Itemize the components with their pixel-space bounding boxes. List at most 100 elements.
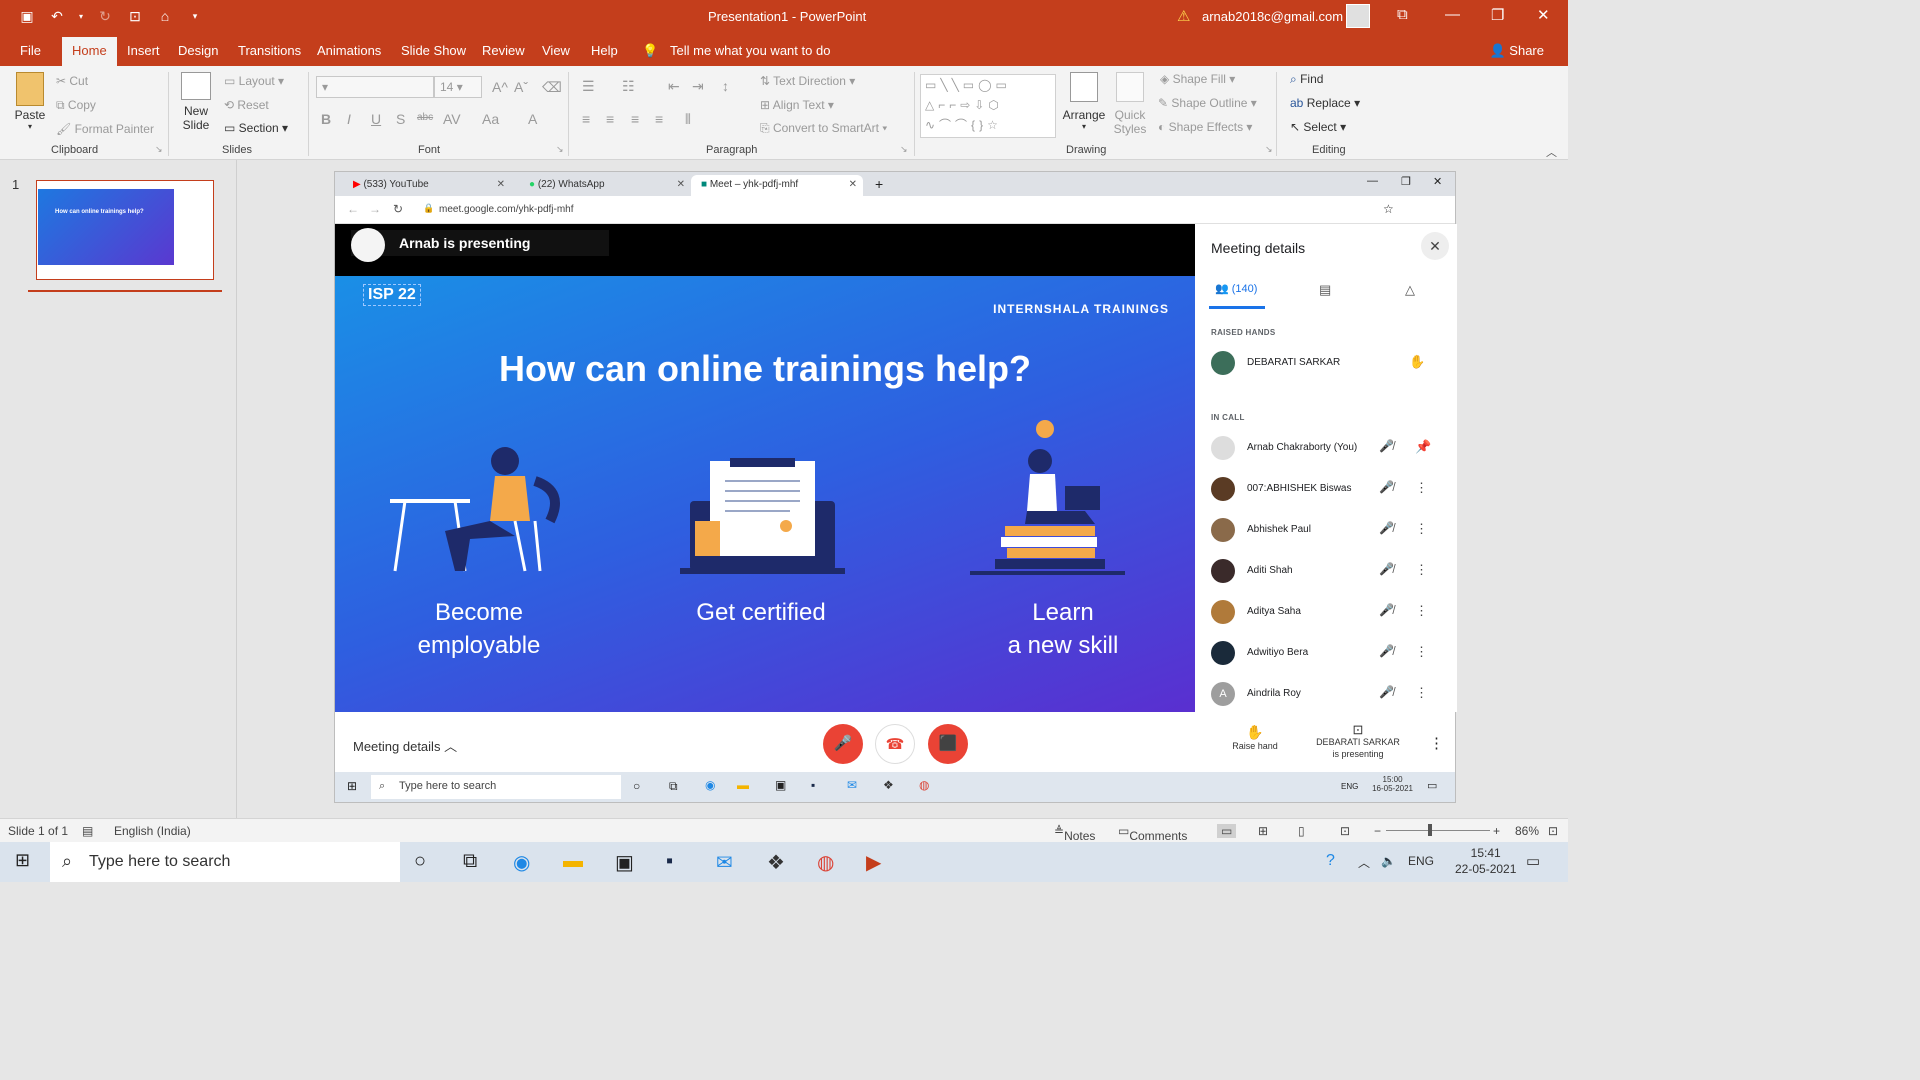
- mail-icon[interactable]: ✉: [847, 778, 857, 792]
- participant-row[interactable]: Aditya Saha 🎤̸ ⋮: [1211, 600, 1441, 624]
- justify-icon[interactable]: ≡: [655, 111, 663, 127]
- increase-indent-icon[interactable]: ⇥: [692, 78, 704, 95]
- tab-slide-show[interactable]: Slide Show: [401, 43, 466, 58]
- share-button[interactable]: 👤 Share: [1489, 43, 1544, 59]
- copy-button[interactable]: ⧉ Copy: [56, 98, 96, 113]
- italic-icon[interactable]: I: [347, 111, 351, 127]
- browser-tab-meet[interactable]: ■ Meet – yhk-pdfj-mhf ✕: [691, 175, 863, 196]
- tab-insert[interactable]: Insert: [127, 43, 160, 58]
- clipboard-launcher-icon[interactable]: ↘: [155, 144, 163, 155]
- slide-thumbnail[interactable]: How can online trainings help?: [36, 180, 214, 280]
- more-options-icon[interactable]: ⋮: [1429, 734, 1444, 752]
- end-call-button[interactable]: ☎: [875, 724, 915, 764]
- chat-tab-icon[interactable]: ▤: [1319, 282, 1331, 298]
- powerpoint-icon[interactable]: ▶: [866, 850, 881, 875]
- align-right-icon[interactable]: ≡: [631, 111, 639, 127]
- browser-tab-whatsapp[interactable]: ● (22) WhatsApp ✕: [519, 175, 691, 196]
- customize-qat-icon[interactable]: ▾: [186, 7, 204, 25]
- restore-icon[interactable]: ❐: [1491, 6, 1504, 24]
- columns-icon[interactable]: ⫴: [685, 111, 691, 128]
- char-spacing-icon[interactable]: AV: [443, 111, 461, 127]
- find-button[interactable]: ⌕ Find: [1290, 72, 1323, 87]
- presenting-now-button[interactable]: ⊡ DEBARATI SARKAR is presenting: [1303, 723, 1413, 760]
- section-button[interactable]: ▭ Section ▾: [224, 121, 288, 135]
- edge-icon[interactable]: ◉: [513, 850, 530, 875]
- chrome-icon[interactable]: ◍: [919, 778, 929, 792]
- account-avatar[interactable]: [1346, 4, 1370, 28]
- layout-button[interactable]: ▭ Layout ▾: [224, 74, 284, 88]
- browser-restore-icon[interactable]: ❐: [1401, 175, 1411, 188]
- reading-view-icon[interactable]: ▯: [1298, 824, 1305, 838]
- shadow-icon[interactable]: S: [396, 111, 405, 127]
- tab-home[interactable]: Home: [62, 37, 117, 66]
- tab-help[interactable]: Help: [591, 43, 618, 58]
- underline-icon[interactable]: U: [371, 111, 381, 127]
- zoom-level[interactable]: 86%: [1515, 824, 1539, 838]
- align-left-icon[interactable]: ≡: [582, 111, 590, 127]
- browser-minimize-icon[interactable]: —: [1367, 175, 1378, 187]
- panel-close-icon[interactable]: ✕: [1421, 232, 1449, 260]
- windows-start-icon[interactable]: ⊞: [347, 779, 357, 793]
- raise-hand-button[interactable]: ✋ Raise hand: [1215, 724, 1295, 751]
- windows-start-icon[interactable]: ⊞: [15, 850, 30, 871]
- raised-hand-row[interactable]: DEBARATI SARKAR ✋: [1211, 351, 1441, 375]
- task-view-icon[interactable]: ⧉: [463, 850, 477, 873]
- pin-icon[interactable]: 📌: [1415, 439, 1431, 455]
- app-icon[interactable]: ▪: [666, 850, 673, 873]
- file-explorer-icon[interactable]: ▬: [737, 778, 749, 792]
- edge-icon[interactable]: ◉: [705, 778, 715, 792]
- chevron-up-icon[interactable]: ︿: [1358, 854, 1370, 871]
- new-tab-icon[interactable]: +: [875, 176, 883, 192]
- open-icon[interactable]: ⌂: [156, 7, 174, 25]
- task-view-icon[interactable]: ⧉: [669, 779, 678, 794]
- tell-me-search[interactable]: Tell me what you want to do: [670, 43, 830, 58]
- language-indicator[interactable]: English (India): [114, 824, 191, 838]
- mail-icon[interactable]: ✉: [716, 850, 733, 875]
- font-name-combo[interactable]: ▾: [316, 76, 434, 98]
- slide-image-browser[interactable]: ▶ (533) YouTube ✕ ● (22) WhatsApp ✕ ■ Meet…: [334, 171, 1457, 803]
- fit-slide-icon[interactable]: ⊡: [1548, 824, 1558, 838]
- bullets-icon[interactable]: ☰: [582, 78, 595, 95]
- zoom-slider[interactable]: [1386, 830, 1490, 831]
- volume-icon[interactable]: 🔈: [1381, 854, 1396, 868]
- taskbar-lang[interactable]: ENG: [1408, 854, 1434, 868]
- cut-button[interactable]: ✂ Cut: [56, 74, 88, 88]
- redo-icon[interactable]: ↻: [96, 7, 114, 25]
- strikethrough-icon[interactable]: abc: [417, 112, 433, 123]
- comments-button[interactable]: ▭ Comments: [1118, 824, 1187, 843]
- convert-smartart-button[interactable]: ⎘ Convert to SmartArt ▾: [760, 121, 887, 136]
- dropbox-icon[interactable]: ❖: [767, 850, 785, 875]
- browser-tab-youtube[interactable]: ▶ (533) YouTube ✕: [343, 175, 511, 196]
- reset-button[interactable]: ⟲ Reset: [224, 98, 269, 112]
- undo-icon[interactable]: ↶: [48, 7, 66, 25]
- font-color-icon[interactable]: A: [528, 111, 537, 127]
- paste-button[interactable]: Paste ▾: [12, 72, 48, 140]
- numbering-icon[interactable]: ☷: [622, 78, 635, 95]
- font-size-combo[interactable]: 14 ▾: [434, 76, 482, 98]
- align-text-button[interactable]: ⊞ Align Text ▾: [760, 98, 834, 112]
- zoom-slider-thumb[interactable]: [1428, 824, 1432, 836]
- shape-effects-button[interactable]: ◐ Shape Effects ▾: [1158, 120, 1252, 134]
- raised-hand-icon[interactable]: ✋: [1409, 354, 1425, 370]
- new-slide-button[interactable]: New Slide: [176, 72, 216, 132]
- text-direction-button[interactable]: ⇅ Text Direction ▾: [760, 74, 855, 88]
- taskbar-search-box[interactable]: ⌕ Type here to search: [50, 842, 400, 882]
- help-icon[interactable]: ?: [1326, 852, 1335, 870]
- participant-row[interactable]: Abhishek Paul 🎤̸ ⋮: [1211, 518, 1441, 542]
- present-icon[interactable]: ⊡: [126, 7, 144, 25]
- select-button[interactable]: ↖ Select ▾: [1290, 120, 1346, 134]
- align-center-icon[interactable]: ≡: [606, 111, 614, 127]
- taskbar-clock[interactable]: 15:41 22-05-2021: [1455, 845, 1516, 877]
- more-options-icon[interactable]: ⋮: [1415, 603, 1428, 619]
- decrease-indent-icon[interactable]: ⇤: [668, 78, 680, 95]
- forward-icon[interactable]: →: [369, 202, 381, 216]
- slide-sorter-icon[interactable]: ⊞: [1258, 824, 1268, 838]
- account-name[interactable]: arnab2018c@gmail.com: [1202, 9, 1343, 24]
- inner-search-box[interactable]: ⌕ Type here to search: [371, 775, 621, 799]
- font-launcher-icon[interactable]: ↘: [556, 144, 564, 155]
- dropbox-icon[interactable]: ❖: [883, 778, 894, 792]
- mic-off-button[interactable]: 🎤: [823, 724, 863, 764]
- slideshow-view-icon[interactable]: ⊡: [1340, 824, 1350, 838]
- inner-clock[interactable]: 15:00 16-05-2021: [1372, 775, 1413, 793]
- reload-icon[interactable]: ↻: [393, 202, 403, 216]
